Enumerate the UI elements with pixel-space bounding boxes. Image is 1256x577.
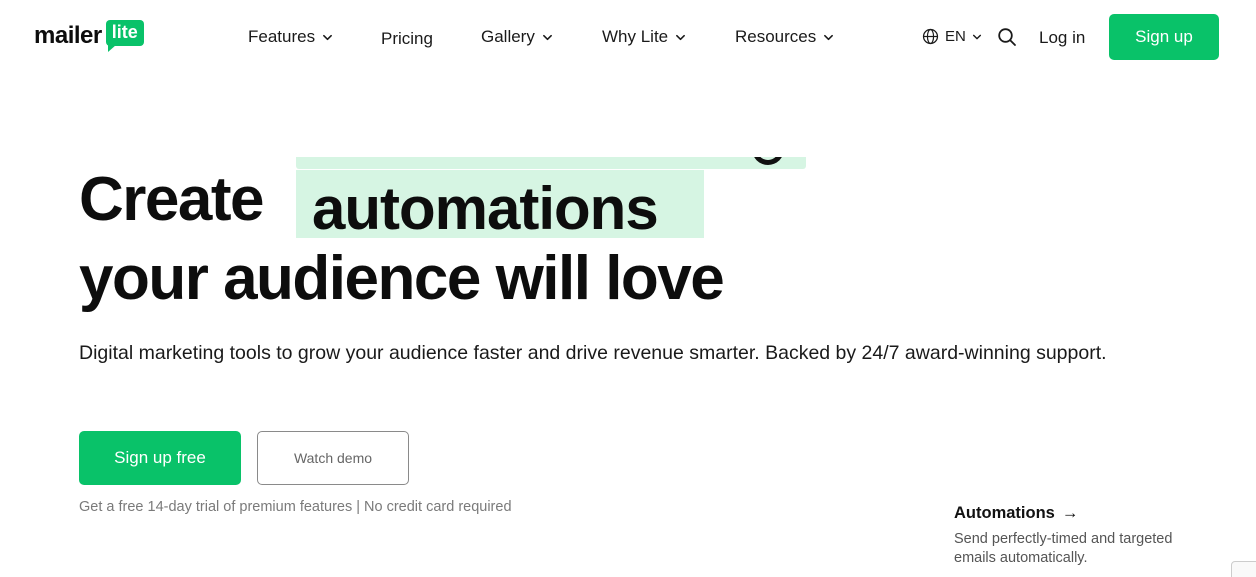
feature-description: Send perfectly-timed and targeted emails… <box>954 531 1173 566</box>
signup-button[interactable]: Sign up <box>1109 14 1219 60</box>
rotating-word-previous <box>296 157 806 169</box>
language-label: EN <box>945 28 966 45</box>
nav-item-why-lite[interactable]: Why Lite <box>602 27 686 47</box>
login-link[interactable]: Log in <box>1039 28 1085 48</box>
watch-demo-button[interactable]: Watch demo <box>257 431 409 485</box>
chevron-down-icon <box>972 34 981 39</box>
site-header: mailer lite Features Pricing Gallery Why… <box>0 0 1256 75</box>
logo-word: mailer <box>34 22 102 49</box>
chevron-down-icon <box>824 34 834 40</box>
nav-item-label: Features <box>248 27 316 46</box>
nav-item-label: Pricing <box>381 29 433 48</box>
feature-title: Automations <box>954 504 1055 522</box>
recaptcha-badge[interactable] <box>1231 561 1256 577</box>
trial-note: Get a free 14-day trial of premium featu… <box>79 499 512 515</box>
feature-automations-link[interactable]: Automations → <box>954 504 1078 523</box>
chevron-down-icon <box>542 34 552 40</box>
language-selector[interactable]: EN <box>922 28 982 45</box>
search-icon[interactable] <box>997 27 1017 47</box>
arrow-right-icon: → <box>1061 504 1079 522</box>
logo-bubble: lite <box>105 20 144 52</box>
globe-icon <box>922 28 939 45</box>
rotating-word-descender <box>752 157 784 165</box>
nav-item-features[interactable]: Features <box>248 27 333 47</box>
chevron-down-icon <box>323 34 333 40</box>
nav-item-label: Resources <box>735 27 817 46</box>
headline-prefix: Create <box>79 165 265 234</box>
signup-free-button[interactable]: Sign up free <box>79 431 241 485</box>
mailerlite-logo[interactable]: mailer lite <box>34 16 144 52</box>
nav-item-label: Why Lite <box>602 27 669 46</box>
chevron-down-icon <box>676 34 686 40</box>
page: mailer lite Features Pricing Gallery Why… <box>0 0 1256 577</box>
nav-item-resources[interactable]: Resources <box>735 27 834 47</box>
nav-item-pricing[interactable]: Pricing <box>381 29 433 49</box>
headline-line-2: your audience will love <box>79 244 725 313</box>
hero-subhead: Digital marketing tools to grow your aud… <box>79 342 1107 364</box>
headline-highlight: automations <box>296 170 704 238</box>
headline-highlight-word: automations <box>312 175 659 238</box>
nav-item-gallery[interactable]: Gallery <box>481 27 553 47</box>
nav-item-label: Gallery <box>481 27 535 46</box>
